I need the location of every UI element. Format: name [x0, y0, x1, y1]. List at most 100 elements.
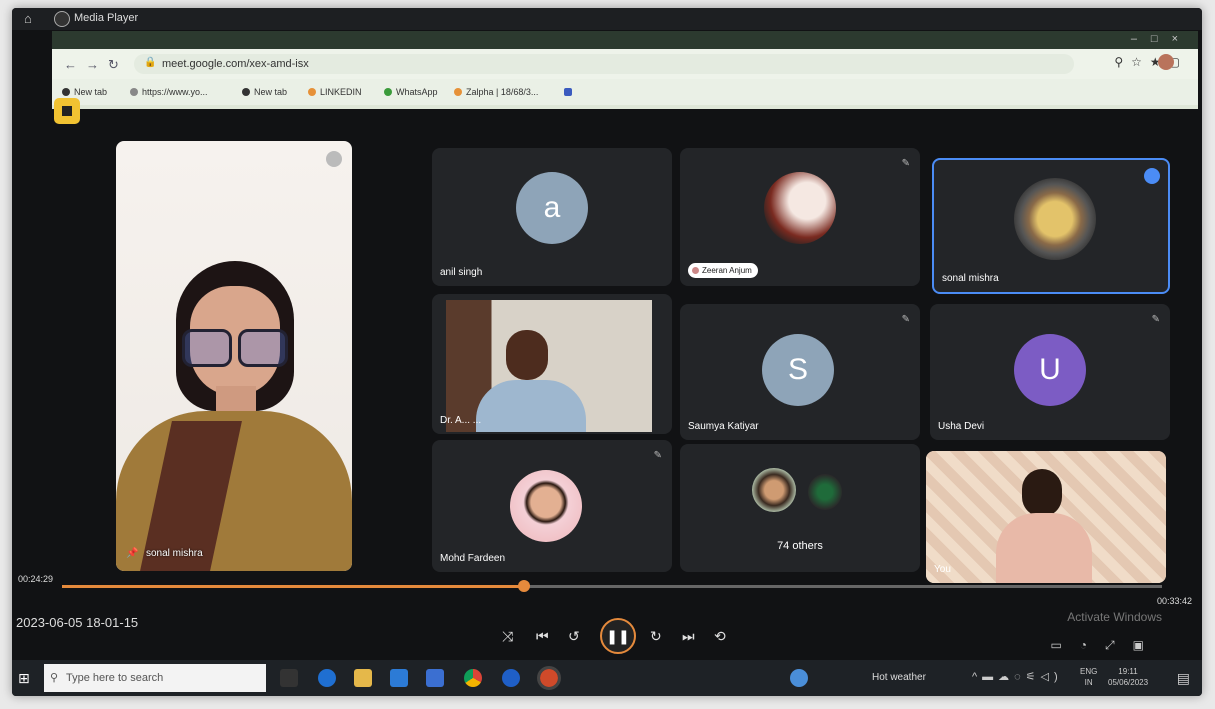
next-icon[interactable]: ⏭ [682, 628, 695, 645]
previous-icon[interactable]: ⏮ [536, 628, 549, 645]
bookmark-item[interactable]: Zalpha | 18/68/3... [454, 87, 538, 97]
recording-timestamp: 2023-06-05 18-01-15 [16, 615, 139, 630]
profile-avatar[interactable] [1158, 54, 1174, 70]
mail-icon[interactable] [426, 669, 444, 687]
self-view-head [1022, 469, 1062, 517]
meet-logo-icon [54, 98, 80, 124]
system-tray-icons[interactable]: ^▬☁◌⚟◁) [972, 670, 1063, 683]
participant-name: sonal mishra [942, 273, 999, 284]
participant-avatar [752, 468, 796, 512]
playback-controls: ⤨ ⏮ ↺ ❚❚ ↻ ⏭ ⟲ [482, 618, 742, 654]
playback-timeline[interactable]: 00:24:29 00:33:42 [12, 572, 1202, 606]
bookmark-item[interactable]: WhatsApp [384, 87, 438, 97]
file-explorer-icon[interactable] [354, 669, 372, 687]
task-view-icon[interactable] [280, 669, 298, 687]
participant-name: Saumya Katiyar [688, 421, 759, 432]
participant-avatar [808, 474, 842, 510]
participant-name: Mohd Fardeen [440, 553, 506, 564]
others-tile[interactable]: 74 others [680, 444, 920, 572]
seek-thumb[interactable] [518, 580, 530, 592]
chrome-icon[interactable] [464, 669, 482, 687]
more-options-icon[interactable] [326, 151, 342, 167]
mic-off-icon: ✎ [653, 450, 662, 461]
participant-tile[interactable]: ✎ Mohd Fardeen [432, 440, 672, 572]
mic-off-icon: ✎ [1151, 314, 1160, 325]
media-player-titlebar: ⌂ Media Player [12, 8, 1202, 30]
mic-off-icon: ✎ [901, 314, 910, 325]
tab-strip: –□× [52, 31, 1198, 49]
participant-avatar [510, 470, 582, 542]
bookmark-item[interactable]: New tab [62, 87, 107, 97]
others-count: 74 others [777, 540, 823, 552]
app-icon[interactable] [502, 669, 520, 687]
bookmark-icon [454, 88, 462, 96]
browser-window: –□× ← → ↻ 🔒 meet.google.com/xex-amd-isx … [52, 31, 1198, 109]
language-indicator[interactable]: ENG IN [1080, 666, 1097, 688]
search-placeholder: Type here to search [66, 672, 164, 684]
repeat-icon[interactable]: ⟲ [714, 628, 726, 645]
forward-icon[interactable]: → [86, 57, 99, 72]
media-player-title: Media Player [74, 12, 139, 24]
participant-tile[interactable]: a anil singh [432, 148, 672, 286]
participant-tile[interactable]: S ✎ Saumya Katiyar [680, 304, 920, 440]
participant-name: anil singh [440, 267, 483, 278]
speaker-glasses [182, 329, 290, 367]
system-clock[interactable]: 19:11 05/06/2023 [1108, 666, 1148, 688]
bookmark-item[interactable]: LINKEDIN [308, 87, 362, 97]
mic-off-icon: ✎ [901, 158, 910, 169]
window-controls[interactable]: –□× [1131, 33, 1192, 45]
browser-toolbar-icons[interactable]: ⚲☆★▢ [1114, 55, 1188, 69]
participant-avatar: U [1014, 334, 1086, 406]
windows-start-icon[interactable]: ⊞ [18, 670, 30, 687]
whatsapp-icon [384, 88, 392, 96]
taskbar-search[interactable]: ⚲ Type here to search [44, 664, 266, 692]
pause-button[interactable]: ❚❚ [600, 618, 636, 654]
participant-avatar: a [516, 172, 588, 244]
home-icon[interactable]: ⌂ [24, 11, 32, 26]
participant-tile[interactable]: Dr. A... ... [432, 294, 672, 434]
app-icon [564, 88, 572, 96]
search-icon: ⚲ [50, 672, 59, 684]
back-icon[interactable]: ← [64, 57, 77, 72]
forward-icon[interactable]: ↻ [650, 628, 662, 645]
windows-taskbar: ⊞ ⚲ Type here to search Hot weather ^▬☁◌… [12, 660, 1202, 696]
activate-windows-watermark: Activate Windows [1067, 610, 1162, 624]
media-player-icon[interactable] [537, 666, 561, 690]
page-icon [130, 88, 138, 96]
pin-icon[interactable]: 📌 [126, 548, 138, 559]
participant-avatar: S [762, 334, 834, 406]
participant-video-shirt [476, 380, 586, 432]
weather-widget[interactable]: Hot weather [872, 672, 926, 683]
bookmark-item[interactable] [564, 87, 576, 97]
self-view-tile[interactable]: You [926, 451, 1166, 583]
meet-now-icon[interactable] [790, 669, 808, 687]
address-bar[interactable]: 🔒 meet.google.com/xex-amd-isx [134, 54, 1074, 74]
bookmarks-bar: New tab https://www.yo... New tab LINKED… [52, 79, 1198, 105]
participant-name: Dr. A... ... [440, 415, 482, 426]
globe-icon [62, 88, 70, 96]
participant-tile-active[interactable]: sonal mishra [932, 158, 1170, 294]
edge-icon[interactable] [318, 669, 336, 687]
rewind-icon[interactable]: ↺ [568, 628, 580, 645]
participant-name: sonal mishra [146, 548, 203, 559]
participant-name: Usha Devi [938, 421, 985, 432]
current-time: 00:24:29 [18, 574, 54, 584]
bookmark-item[interactable]: https://www.yo... [130, 87, 208, 97]
bookmark-icon [308, 88, 316, 96]
shuffle-icon[interactable]: ⤨ [502, 628, 513, 645]
player-right-controls[interactable]: ▭◔⤢▣ [1050, 638, 1162, 653]
screen: ⌂ Media Player –□× ← → ↻ 🔒 meet.google.c… [12, 8, 1202, 696]
participant-name-chip: Zeeran Anjum [688, 263, 758, 278]
bookmark-item[interactable]: New tab [242, 87, 287, 97]
total-time: 00:33:42 [1156, 596, 1192, 606]
notification-icon[interactable]: ▤ [1177, 670, 1190, 687]
store-icon[interactable] [390, 669, 408, 687]
nav-row: ← → ↻ 🔒 meet.google.com/xex-amd-isx ⚲☆★▢ [52, 49, 1198, 79]
participant-avatar [764, 172, 836, 244]
pinned-speaker-tile[interactable]: 📌 sonal mishra [116, 141, 352, 571]
participant-tile[interactable]: U ✎ Usha Devi [930, 304, 1170, 440]
lock-icon: 🔒 [144, 57, 157, 68]
address-url: meet.google.com/xex-amd-isx [162, 58, 309, 70]
participant-tile[interactable]: ✎ Zeeran Anjum [680, 148, 920, 286]
reload-icon[interactable]: ↻ [108, 57, 119, 73]
